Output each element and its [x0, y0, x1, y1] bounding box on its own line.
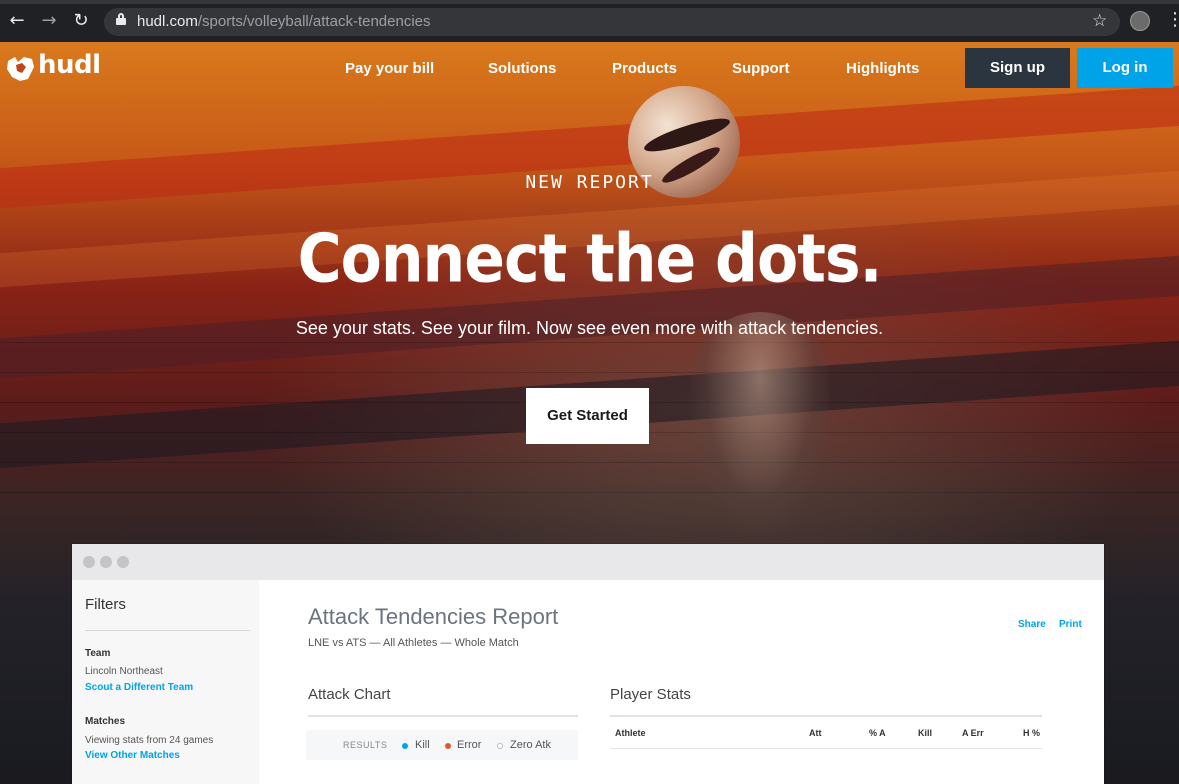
column-header-a-err[interactable]: A Err	[962, 728, 984, 738]
team-value: Lincoln Northeast	[85, 666, 163, 677]
browser-toolbar: ← → ↻ hudl.com/sports/volleyball/attack-…	[0, 0, 1179, 42]
back-icon[interactable]: ←	[7, 11, 27, 31]
legend-label: RESULTS	[343, 740, 388, 750]
column-header-pct-a[interactable]: % A	[869, 728, 886, 738]
share-link[interactable]: Share	[1018, 619, 1046, 630]
window-dot-icon	[100, 556, 112, 568]
nav-link-solutions[interactable]: Solutions	[488, 60, 556, 77]
filters-title: Filters	[85, 596, 126, 613]
reload-icon[interactable]: ↻	[71, 11, 91, 31]
star-icon[interactable]: ☆	[1092, 11, 1107, 31]
net-line	[0, 492, 1179, 493]
net-line	[0, 372, 1179, 373]
column-header-kill[interactable]: Kill	[918, 728, 932, 738]
nav-link-products[interactable]: Products	[612, 60, 677, 77]
url-text[interactable]: hudl.com/sports/volleyball/attack-tenden…	[137, 13, 431, 30]
menu-icon[interactable]: ⋮	[1166, 10, 1179, 30]
zero-attack-dot-icon	[497, 743, 503, 749]
column-header-h-pct[interactable]: H %	[1023, 728, 1040, 738]
hudl-logo-icon	[7, 57, 34, 81]
nav-link-pay-bill[interactable]: Pay your bill	[345, 60, 434, 77]
tab-strip	[0, 0, 1179, 4]
scout-team-link[interactable]: Scout a Different Team	[85, 682, 193, 693]
nav-link-highlights[interactable]: Highlights	[846, 60, 919, 77]
divider	[610, 715, 1042, 717]
error-dot-icon	[445, 743, 451, 749]
attack-chart-title: Attack Chart	[308, 686, 391, 703]
print-link[interactable]: Print	[1059, 619, 1082, 630]
legend-error[interactable]: Error	[457, 739, 481, 751]
matches-value: Viewing stats from 24 games	[85, 735, 214, 746]
column-header-athlete[interactable]: Athlete	[615, 728, 646, 738]
window-titlebar	[72, 544, 1104, 580]
view-matches-link[interactable]: View Other Matches	[85, 750, 180, 761]
legend-zero-attack[interactable]: Zero Atk	[510, 739, 551, 751]
report-preview-window: Filters Team Lincoln Northeast Scout a D…	[72, 544, 1104, 784]
nav-link-support[interactable]: Support	[732, 60, 790, 77]
divider	[85, 630, 250, 631]
results-legend: RESULTS Kill Error Zero Atk	[306, 730, 578, 760]
forward-icon[interactable]: →	[39, 11, 59, 31]
hero-subheadline: See your stats. See your film. Now see e…	[295, 318, 884, 338]
get-started-button[interactable]: Get Started	[526, 388, 649, 444]
lock-icon	[116, 13, 126, 25]
signup-button[interactable]: Sign up	[965, 48, 1070, 88]
player-image	[690, 312, 830, 532]
divider	[308, 715, 578, 717]
profile-icon[interactable]	[1130, 11, 1150, 31]
matches-label: Matches	[85, 716, 126, 727]
hudl-logo-text: hudl	[38, 50, 101, 80]
legend-kill[interactable]: Kill	[415, 739, 430, 751]
kill-dot-icon	[402, 743, 408, 749]
table-header-divider	[610, 748, 1042, 749]
hero-headline: Connect the dots.	[297, 219, 883, 299]
window-dot-icon	[117, 556, 129, 568]
column-header-att[interactable]: Att	[809, 728, 822, 738]
filters-sidebar: Filters Team Lincoln Northeast Scout a D…	[72, 580, 259, 784]
login-button[interactable]: Log in	[1077, 48, 1173, 88]
report-subtitle: LNE vs ATS — All Athletes — Whole Match	[308, 637, 519, 649]
net-line	[0, 342, 1179, 343]
url-path: /sports/volleyball/attack-tendencies	[197, 13, 431, 30]
hero-eyebrow: NEW REPORT	[525, 172, 654, 193]
report-title: Attack Tendencies Report	[308, 604, 559, 629]
team-label: Team	[85, 648, 111, 659]
window-dot-icon	[83, 556, 95, 568]
net-line	[0, 462, 1179, 463]
player-stats-title: Player Stats	[610, 686, 691, 703]
url-host: hudl.com	[137, 13, 198, 30]
